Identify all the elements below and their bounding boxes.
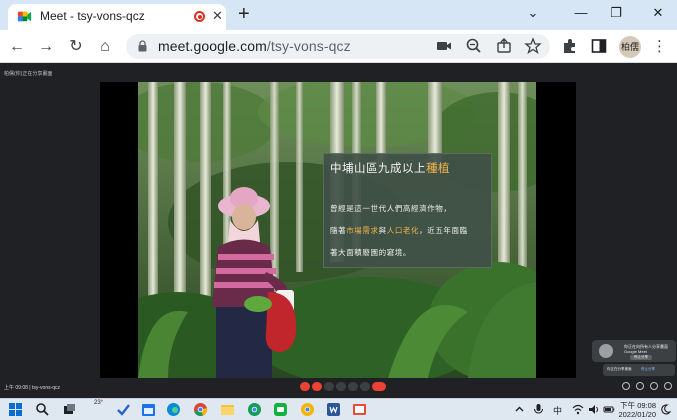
presenter-chip: 柏儒(你)正在分享畫面 [4, 71, 53, 77]
word-icon[interactable] [326, 402, 341, 417]
slide-line-3: 著大面積廢園的窘境。 [330, 248, 411, 257]
weather-widget[interactable]: 23° [94, 400, 103, 406]
browser-menu-button[interactable]: ⋮ [652, 36, 667, 58]
browser-tab-meet[interactable]: Meet - tsy-vons-qcz ✕ [8, 4, 226, 30]
pip-text: 你正在向所有人分享畫面 Google Meet [624, 344, 668, 354]
more-options-button[interactable] [360, 382, 370, 391]
side-panel-icon[interactable] [590, 37, 608, 55]
slide-text-card: 中埔山區九成以上種植 曾經是這一世代人們高經濟作物， 隨著市場需求與人口老化，近… [323, 153, 492, 268]
chrome-icon[interactable] [193, 402, 208, 417]
volume-icon[interactable] [588, 404, 600, 415]
share-icon[interactable] [495, 37, 513, 55]
call-controls [300, 382, 386, 392]
side-controls [622, 382, 672, 390]
people-icon[interactable] [636, 382, 644, 390]
slide-line-2: 隨著市場需求與人口老化，近五年面臨 [330, 225, 468, 236]
slide-line-2-highlight-1: 市場需求 [346, 226, 379, 235]
calendar-icon[interactable] [141, 402, 156, 417]
meet-stage: 柏儒(你)正在分享畫面 中埔山區九成以上種植 曾經是這一世代人們高經濟作物， 隨… [0, 64, 677, 398]
slide-line-1: 曾經是這一世代人們高經濟作物， [330, 204, 452, 213]
slide-title: 中埔山區九成以上種植 [330, 160, 450, 176]
slide-title-highlight: 種植 [426, 163, 450, 175]
present-button[interactable] [348, 382, 358, 391]
share-banner: 你正在分享畫面 停止分享 [603, 364, 675, 376]
zoom-icon[interactable] [465, 37, 483, 55]
profile-avatar[interactable]: 柏儒 [619, 36, 641, 58]
share-banner-text: 你正在分享畫面 [607, 367, 632, 371]
google-meet-icon [17, 11, 32, 22]
back-button[interactable]: ← [6, 36, 28, 58]
info-icon[interactable] [622, 382, 630, 390]
address-bar[interactable]: meet.google.com/tsy-vons-qcz [126, 34, 550, 59]
notification-moon-icon[interactable] [660, 404, 671, 415]
input-language[interactable]: 中 [553, 404, 562, 417]
line-app-icon[interactable] [273, 402, 288, 417]
tab-search-button[interactable]: ⌄ [518, 2, 548, 26]
tab-strip: Meet - tsy-vons-qcz ✕ + ⌄ — ❐ ✕ [0, 0, 677, 30]
meeting-info: 上午 09:08 | tsy-vons-qcz [4, 385, 61, 391]
chrome-profile-icon[interactable] [247, 402, 262, 417]
file-explorer-icon[interactable] [220, 402, 235, 417]
tab-title: Meet - tsy-vons-qcz [40, 9, 145, 23]
chat-icon[interactable] [650, 382, 658, 390]
camera-icon[interactable] [435, 37, 453, 55]
end-call-button[interactable] [372, 382, 386, 391]
tab-close-button[interactable]: ✕ [212, 8, 223, 24]
minimize-button[interactable]: — [566, 2, 596, 26]
raise-hand-button[interactable] [336, 382, 346, 391]
slide-title-text: 中埔山區九成以上 [330, 163, 426, 175]
url-path: /tsy-vons-qcz [266, 38, 351, 54]
slide-line-2-prefix: 隨著 [330, 226, 347, 235]
new-tab-button[interactable]: + [238, 3, 250, 25]
chevron-up-icon[interactable] [514, 404, 525, 415]
chrome-active-icon[interactable] [300, 402, 315, 417]
pip-stop-button[interactable]: 停止分享 [630, 355, 652, 360]
system-clock[interactable]: 下午 09:08 2022/01/20 [616, 401, 656, 419]
slide-line-2-suffix: ，近五年面臨 [419, 226, 468, 235]
battery-icon[interactable] [603, 404, 615, 415]
url-host: meet.google.com [158, 38, 267, 54]
edge-icon[interactable] [166, 402, 181, 417]
clock-time: 下午 09:08 [620, 401, 656, 410]
todo-icon[interactable] [116, 402, 131, 417]
shared-screen: 中埔山區九成以上種植 曾經是這一世代人們高經濟作物， 隨著市場需求與人口老化，近… [100, 82, 576, 378]
photos-icon[interactable] [352, 402, 367, 417]
lock-icon [138, 40, 147, 52]
camera-off-button[interactable] [312, 382, 322, 391]
captions-button[interactable] [324, 382, 334, 391]
slide-line-2-mid: 與 [378, 226, 387, 235]
extensions-puzzle-icon[interactable] [561, 37, 579, 55]
mic-icon[interactable] [533, 403, 544, 415]
self-avatar [599, 344, 613, 358]
restore-button[interactable]: ❐ [601, 2, 631, 26]
forward-button[interactable]: → [35, 36, 57, 58]
wifi-icon[interactable] [572, 404, 584, 415]
windows-taskbar: 23° 中 下午 09:08 2022/01/20 [0, 398, 677, 420]
self-view-tile: 你正在向所有人分享畫面 Google Meet 停止分享 [592, 340, 676, 362]
bookmark-star-icon[interactable] [524, 37, 542, 55]
reload-button[interactable]: ↻ [65, 36, 87, 58]
windows-start-icon[interactable] [8, 402, 23, 417]
browser-toolbar: ← → ↻ ⌂ meet.google.com/tsy-vons-qcz 柏儒 … [0, 30, 677, 63]
share-banner-stop-link[interactable]: 停止分享 [641, 367, 655, 372]
clock-date: 2022/01/20 [618, 410, 656, 419]
task-view-icon[interactable] [62, 402, 77, 417]
slide-line-2-highlight-2: 人口老化 [386, 226, 420, 235]
mic-off-button[interactable] [300, 382, 310, 391]
recording-indicator-icon [194, 11, 205, 22]
search-icon[interactable] [35, 402, 50, 417]
activities-icon[interactable] [664, 382, 672, 390]
home-button[interactable]: ⌂ [94, 36, 116, 58]
window-close-button[interactable]: ✕ [643, 2, 673, 26]
url-text[interactable]: meet.google.com/tsy-vons-qcz [158, 38, 351, 54]
